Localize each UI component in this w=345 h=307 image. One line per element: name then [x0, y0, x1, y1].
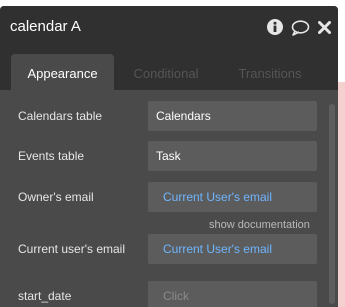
panel-header: calendar A	[0, 6, 338, 50]
property-label-calendars-table: Calendars table	[18, 109, 103, 123]
background-element	[338, 82, 345, 307]
property-label-events-table: Events table	[18, 149, 85, 163]
owners-email-expression[interactable]: Current User's email	[148, 182, 317, 212]
editor-canvas: calendar A Appearance Conditional Transi…	[0, 0, 345, 307]
tab-transitions[interactable]: Transitions	[226, 54, 314, 90]
current-users-email-expression[interactable]: Current User's email	[148, 234, 317, 264]
start-date-input[interactable]: Click	[148, 281, 317, 307]
tab-bar: Appearance Conditional Transitions	[0, 50, 338, 90]
property-editor-panel: calendar A Appearance Conditional Transi…	[0, 6, 338, 307]
property-label-owners-email: Owner's email	[18, 190, 94, 204]
property-label-current-users-email: Current user's email	[18, 242, 125, 256]
info-icon[interactable]	[267, 19, 283, 40]
calendars-table-dropdown[interactable]: Calendars	[148, 101, 317, 131]
element-name[interactable]: calendar A	[10, 18, 81, 35]
close-icon[interactable]	[318, 21, 331, 39]
events-table-dropdown[interactable]: Task	[148, 141, 317, 171]
comment-icon[interactable]	[291, 20, 310, 41]
tab-conditional[interactable]: Conditional	[122, 54, 210, 90]
appearance-properties: Calendars table Calendars Events table T…	[0, 90, 338, 307]
tab-appearance[interactable]: Appearance	[11, 54, 114, 90]
property-label-start-date: start_date	[18, 289, 72, 303]
scrollbar[interactable]	[329, 104, 335, 304]
show-documentation-link[interactable]: show documentation	[209, 219, 310, 231]
